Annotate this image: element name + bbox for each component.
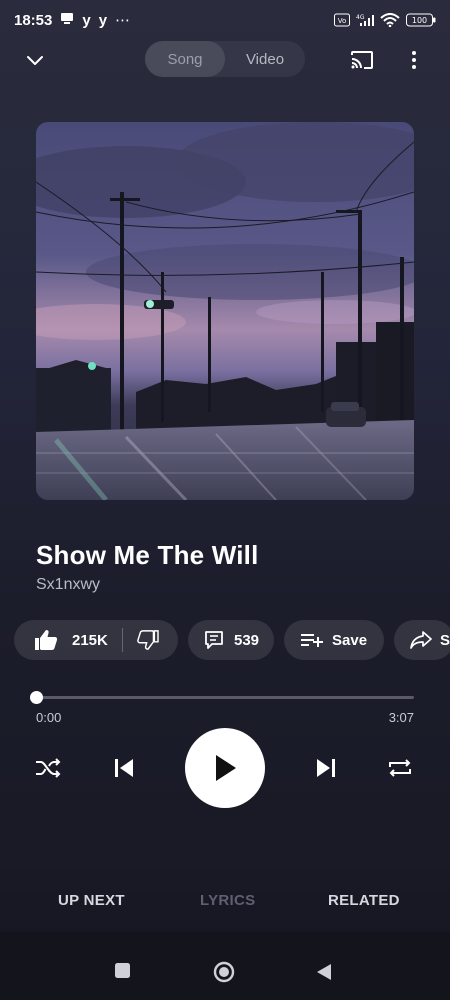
save-button[interactable]: Save	[284, 620, 384, 660]
save-label: Save	[332, 631, 368, 649]
circle-icon	[213, 961, 235, 983]
tab-video[interactable]: Video	[225, 41, 305, 77]
like-button[interactable]: 215K	[34, 629, 108, 651]
current-time: 0:00	[36, 710, 62, 725]
cast-button[interactable]	[349, 48, 375, 72]
recents-button[interactable]	[114, 962, 131, 984]
share-button[interactable]: S	[394, 620, 450, 660]
share-label: S	[440, 631, 450, 649]
more-dots-icon: ⋯	[115, 12, 131, 29]
y-app-icon: y	[82, 11, 91, 29]
wifi-icon	[380, 13, 400, 27]
playback-controls	[0, 728, 450, 808]
system-nav-bar	[0, 932, 450, 1000]
next-button[interactable]	[312, 754, 340, 782]
repeat-icon	[389, 759, 411, 777]
tab-song[interactable]: Song	[145, 41, 225, 77]
svg-text:Vo: Vo	[338, 17, 347, 25]
previous-button[interactable]	[110, 754, 138, 782]
shuffle-icon	[36, 758, 61, 778]
more-vert-icon	[412, 51, 416, 69]
comment-icon	[205, 631, 223, 649]
square-icon	[115, 963, 130, 978]
y-app-icon: y	[98, 11, 108, 29]
like-count: 215K	[72, 631, 108, 649]
notification-icon	[60, 11, 74, 29]
signal-icon: 4G	[356, 13, 374, 27]
like-dislike-pill: 215K	[14, 620, 178, 660]
shuffle-button[interactable]	[34, 754, 62, 782]
home-button[interactable]	[213, 961, 235, 988]
chevron-down-icon	[27, 56, 43, 65]
play-icon	[216, 755, 236, 781]
play-button[interactable]	[185, 728, 265, 808]
tab-related[interactable]: RELATED	[328, 892, 400, 909]
status-right: Vo 4G 100	[334, 13, 436, 27]
svg-text:100: 100	[412, 16, 427, 25]
status-left: 18:53 y y ⋯	[14, 11, 131, 30]
share-icon	[410, 631, 432, 649]
progress-bar[interactable]	[30, 691, 414, 704]
battery-icon: 100	[406, 13, 436, 27]
thumb-down-icon	[137, 630, 159, 650]
cast-icon	[351, 51, 373, 69]
song-video-toggle: Song Video	[145, 41, 305, 77]
svg-text:4G: 4G	[356, 14, 365, 21]
tab-up-next[interactable]: UP NEXT	[58, 892, 125, 909]
status-time: 18:53	[14, 11, 53, 29]
top-bar: Song Video	[0, 40, 450, 80]
back-button[interactable]	[316, 963, 332, 986]
song-artist[interactable]: Sx1nxwy	[36, 576, 100, 594]
collapse-button[interactable]	[22, 48, 48, 72]
skip-next-icon	[317, 759, 335, 777]
tab-lyrics[interactable]: LYRICS	[200, 892, 255, 909]
volte-icon: Vo	[334, 13, 350, 27]
dislike-button[interactable]	[137, 630, 159, 650]
playlist-add-icon	[301, 634, 323, 647]
skip-previous-icon	[115, 759, 133, 777]
triangle-back-icon	[317, 964, 331, 980]
song-title: Show Me The Will	[36, 540, 259, 570]
album-art-image	[36, 122, 414, 500]
total-time: 3:07	[388, 710, 414, 725]
comments-button[interactable]: 539	[188, 620, 274, 660]
status-bar: 18:53 y y ⋯ Vo 4G 100	[0, 0, 450, 40]
progress-thumb[interactable]	[30, 691, 43, 704]
repeat-button[interactable]	[386, 754, 414, 782]
more-options-button[interactable]	[402, 48, 426, 72]
bottom-tabs: UP NEXT LYRICS RELATED	[0, 875, 450, 925]
like-divider	[121, 628, 123, 652]
album-art	[36, 122, 414, 500]
thumb-up-icon	[35, 630, 58, 650]
comment-count: 539	[234, 631, 260, 649]
action-bar: 215K 539 Save S	[14, 620, 450, 660]
